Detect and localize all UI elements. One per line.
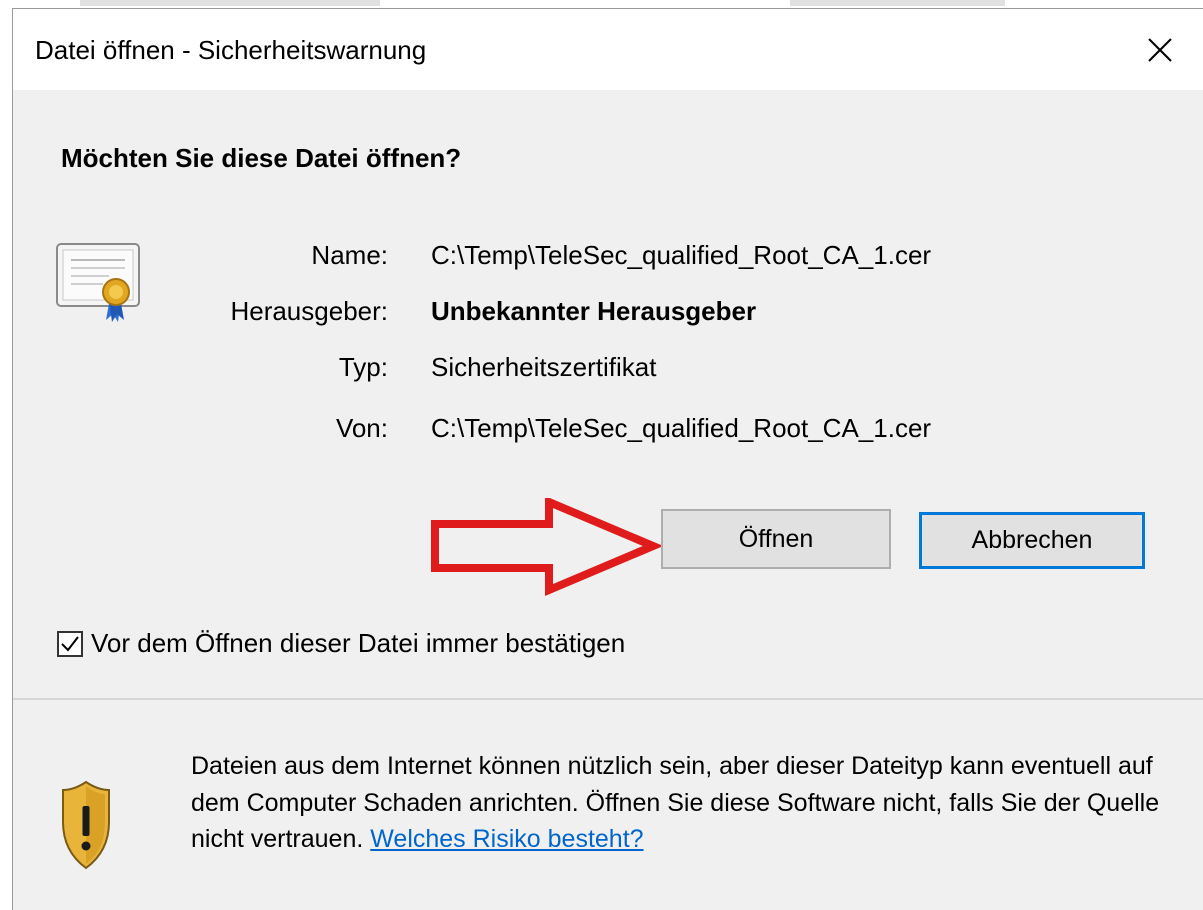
name-label: Name:: [311, 240, 388, 270]
open-button[interactable]: Öffnen: [661, 509, 891, 569]
from-value: C:\Temp\TeleSec_qualified_Root_CA_1.cer: [431, 413, 932, 443]
cancel-button[interactable]: Abbrechen: [919, 512, 1145, 569]
checkmark-icon: [61, 635, 79, 652]
close-button[interactable]: [1117, 9, 1203, 91]
arrow-annotation: [431, 498, 661, 597]
publisher-value: Unbekannter Herausgeber: [431, 296, 757, 326]
type-value: Sicherheitszertifikat: [431, 352, 657, 382]
warning-text: Dateien aus dem Internet können nützlich…: [191, 752, 1160, 853]
type-label: Typ:: [338, 352, 388, 382]
from-label: Von:: [335, 413, 388, 443]
dialog-title: Datei öffnen - Sicherheitswarnung: [35, 35, 427, 65]
title-bar: Datei öffnen - Sicherheitswarnung: [13, 8, 1203, 90]
divider: [13, 698, 1203, 700]
close-icon: [1148, 38, 1172, 62]
warning-message: Dateien aus dem Internet können nützlich…: [191, 748, 1186, 858]
security-warning-dialog: Datei öffnen - Sicherheitswarnung Möchte…: [12, 8, 1203, 910]
risk-info-link[interactable]: Welches Risiko besteht?: [370, 825, 643, 853]
dialog-heading: Möchten Sie diese Datei öffnen?: [61, 143, 462, 173]
publisher-label: Herausgeber:: [230, 296, 388, 326]
name-value: C:\Temp\TeleSec_qualified_Root_CA_1.cer: [431, 240, 932, 270]
always-confirm-label: Vor dem Öffnen dieser Datei immer bestät…: [91, 628, 626, 658]
always-confirm-option: Vor dem Öffnen dieser Datei immer bestät…: [57, 628, 625, 659]
shield-warning-icon: [62, 780, 110, 870]
always-confirm-checkbox[interactable]: [57, 630, 83, 657]
